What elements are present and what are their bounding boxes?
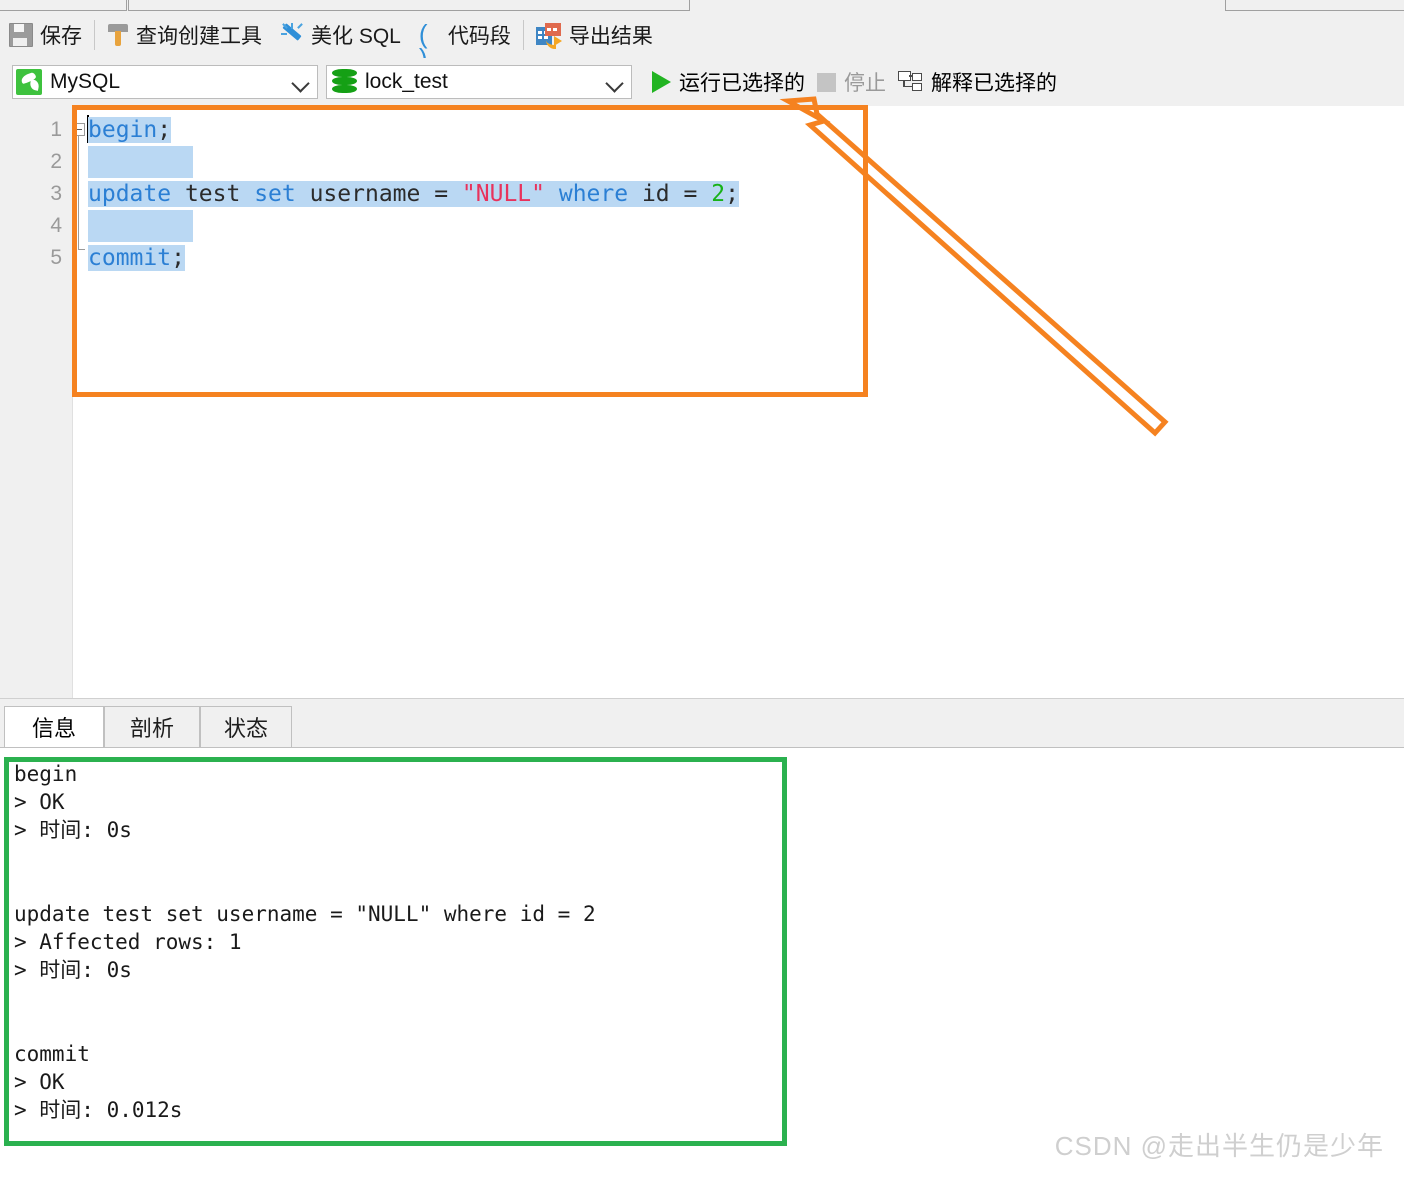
sql-editor[interactable]: 1 2 3 4 5 begin; update test set usernam… xyxy=(0,106,1404,698)
export-result-label: 导出结果 xyxy=(568,25,653,48)
explain-selected-button[interactable]: 解释已选择的 xyxy=(892,62,1063,102)
code-line-selection: commit; xyxy=(88,245,185,271)
database-select-value: lock_test xyxy=(365,70,448,93)
tab-status-label: 状态 xyxy=(223,716,268,741)
code-token: ; xyxy=(171,245,185,271)
tab-status[interactable]: 状态 xyxy=(200,706,292,748)
csdn-watermark: CSDN @走出半生仍是少年 xyxy=(1054,1131,1384,1161)
line-number-3: 3 xyxy=(50,182,62,205)
code-token: ; xyxy=(157,117,172,143)
execution-actions: 运行已选择的 停止 解释已选择的 xyxy=(646,62,1063,102)
database-select[interactable]: lock_test xyxy=(326,65,632,99)
beautify-sql-button[interactable]: 美化 SQL xyxy=(271,12,410,58)
explain-plan-icon xyxy=(898,71,923,93)
code-line[interactable] xyxy=(88,210,193,242)
export-icon xyxy=(535,23,562,49)
code-token: 2 xyxy=(711,181,726,207)
window-tab-strip xyxy=(0,0,1404,12)
editor-gutter: 1 2 3 4 5 xyxy=(0,106,73,698)
tab-strip-segment-right xyxy=(1225,0,1404,11)
code-line[interactable]: begin; xyxy=(88,114,172,146)
connection-select-value: MySQL xyxy=(50,70,121,93)
connection-select[interactable]: MySQL xyxy=(12,65,318,99)
main-toolbar: 保存 查询创建工具 美化 SQL ( ) 代码段 xyxy=(0,12,1404,71)
sql-editor-window: 保存 查询创建工具 美化 SQL ( ) 代码段 xyxy=(0,0,1404,1181)
code-token: test xyxy=(171,181,255,207)
line-number-2: 2 xyxy=(50,150,62,173)
tab-profile-label: 剖析 xyxy=(129,716,174,741)
code-token: ; xyxy=(725,181,739,207)
code-token: username = xyxy=(295,181,462,207)
result-tabs: 信息 剖析 状态 xyxy=(0,706,1404,748)
hammer-icon xyxy=(107,23,129,47)
beautify-sql-label: 美化 SQL xyxy=(311,25,401,48)
database-icon xyxy=(332,69,357,95)
code-line-selection xyxy=(88,146,193,178)
tab-info-label: 信息 xyxy=(31,716,76,741)
run-selected-label: 运行已选择的 xyxy=(679,72,805,95)
code-snippet-button[interactable]: ( ) 代码段 xyxy=(410,12,520,71)
mysql-dolphin-icon xyxy=(16,69,42,95)
code-line-selection: begin; xyxy=(88,117,172,143)
code-line[interactable]: update test set username = "NULL" where … xyxy=(88,178,739,210)
code-token: commit xyxy=(88,245,172,271)
code-token: begin xyxy=(88,117,158,143)
save-button-label: 保存 xyxy=(40,25,82,48)
fold-range-line xyxy=(78,136,79,249)
code-line[interactable] xyxy=(88,146,193,178)
line-number-1: 1 xyxy=(50,118,62,141)
code-token: set xyxy=(254,181,296,207)
tab-info[interactable]: 信息 xyxy=(4,706,104,748)
chevron-down-icon-2 xyxy=(605,74,624,93)
editor-code-area[interactable]: begin; update test set username = "NULL"… xyxy=(72,106,1404,698)
code-token: where xyxy=(558,181,629,207)
toolbar-separator xyxy=(94,20,95,50)
chevron-down-icon xyxy=(291,74,310,93)
code-line-selection: update test set username = "NULL" where … xyxy=(88,181,739,207)
line-number-4: 4 xyxy=(50,214,62,237)
save-button[interactable]: 保存 xyxy=(0,12,91,58)
fold-collapse-icon[interactable] xyxy=(72,123,85,136)
code-line-selection xyxy=(88,210,193,242)
toolbar-separator-2 xyxy=(522,20,524,50)
fold-range-end xyxy=(78,249,85,250)
export-result-button[interactable]: 导出结果 xyxy=(527,12,662,58)
play-icon xyxy=(652,71,671,93)
stop-button: 停止 xyxy=(811,62,892,102)
code-snippet-label: 代码段 xyxy=(447,25,511,48)
connection-toolbar: MySQL lock_test 运行已选择的 停止 解释已选择的 xyxy=(0,58,1404,106)
query-builder-label: 查询创建工具 xyxy=(136,25,262,48)
tab-profile[interactable]: 剖析 xyxy=(104,706,200,748)
line-number-5: 5 xyxy=(50,246,62,269)
message-log-text: begin > OK > 时间: 0s update test set user… xyxy=(14,762,596,1122)
save-icon xyxy=(9,23,33,47)
code-token: id = xyxy=(628,181,712,207)
run-selected-button[interactable]: 运行已选择的 xyxy=(646,62,811,102)
tab-strip-segment-left xyxy=(0,0,127,11)
message-log-pane[interactable]: begin > OK > 时间: 0s update test set user… xyxy=(0,748,1404,1181)
stop-icon xyxy=(817,72,836,92)
parentheses-icon: ( ) xyxy=(418,19,428,71)
code-token: update xyxy=(88,181,172,207)
code-line[interactable]: commit; xyxy=(88,242,185,274)
magic-wand-icon xyxy=(280,23,304,47)
tab-strip-segment-middle xyxy=(128,0,690,11)
query-builder-button[interactable]: 查询创建工具 xyxy=(98,12,271,58)
code-token: "NULL" xyxy=(461,181,545,207)
explain-selected-label: 解释已选择的 xyxy=(931,72,1057,95)
stop-label: 停止 xyxy=(844,72,886,95)
